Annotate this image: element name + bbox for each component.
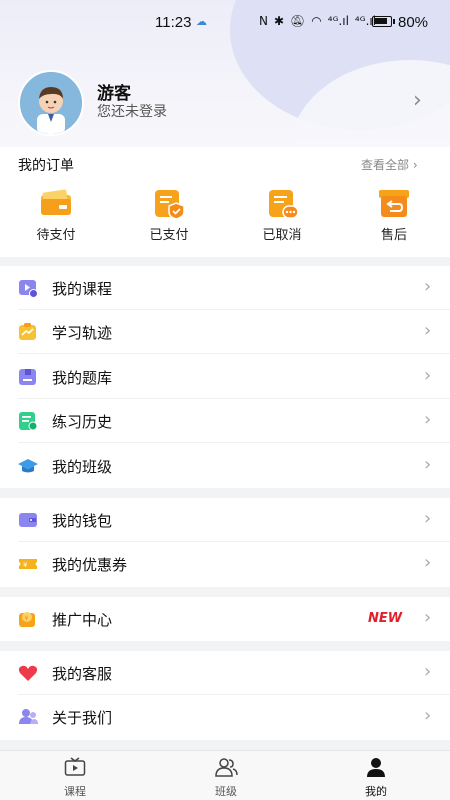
menu-item-my-class[interactable]: 我的班级 › [0,444,450,488]
menu-item-coupons[interactable]: ¥ 我的优惠券 › [0,542,450,586]
question-bank-icon [18,367,38,387]
tab-class[interactable]: 班级 [196,757,256,799]
menu-item-practice-history[interactable]: 练习历史 › [0,399,450,443]
avatar[interactable] [18,70,84,136]
menu-label: 我的班级 [52,458,113,476]
menu-item-customer-service[interactable]: 我的客服 › [0,651,450,695]
menu-item-my-courses[interactable]: 我的课程 › [0,266,450,310]
menu-item-wallet[interactable]: 我的钱包 › [0,498,450,542]
order-pending-payment[interactable]: 待支付 [16,189,96,243]
orders-title: 我的订单 [18,158,74,174]
login-status: 您还未登录 [97,104,167,120]
chevron-right-icon: › [424,409,432,430]
order-label: 待支付 [36,228,76,243]
chevron-right-icon: › [424,365,432,386]
user-icon [367,758,385,777]
menu-item-question-bank[interactable]: 我的题库 › [0,355,450,399]
menu-label: 练习历史 [52,413,113,431]
order-after-sales[interactable]: 售后 [354,189,434,243]
chevron-right-icon: › [424,661,432,682]
menu-item-promotion-center[interactable]: ¥ 推广中心 NEW › [0,597,450,641]
view-all-label: 查看全部 [361,158,410,172]
practice-history-icon [18,411,38,431]
view-all-orders-link[interactable]: 查看全部 › [361,156,418,173]
coupon-icon: ¥ [18,554,38,574]
tab-label: 课程 [64,785,86,798]
mute-icon: 🔕︎ [290,14,306,28]
tab-label: 班级 [215,785,237,798]
chevron-right-icon: › [424,508,432,529]
menu-label: 我的钱包 [52,512,113,530]
menu-label: 我的客服 [52,665,113,683]
status-icons: N ✱ 🔕︎ ◠ ⁴ᴳ.ıl ⁴ᴳ.ıl [259,14,376,28]
status-bar: 11:23 ☁ N ✱ 🔕︎ ◠ ⁴ᴳ.ıl ⁴ᴳ.ıl 80% [0,0,450,44]
battery-percent: 80% [398,14,429,31]
cloud-icon: ☁ [196,15,207,28]
about-us-icon [18,707,38,727]
paid-doc-icon [152,189,186,220]
tv-icon [64,757,86,776]
bottom-tab-bar: 课程 班级 我的 [0,750,450,800]
nfc-icon: N [259,14,268,28]
order-label: 已取消 [262,228,302,243]
menu-item-learning-track[interactable]: 学习轨迹 › [0,310,450,354]
orders-card: 我的订单 查看全部 › 待支付 已支付 已取消 售后 [0,147,450,257]
chevron-right-icon: › [424,705,432,726]
menu-group-support: 我的客服 › 关于我们 › [0,651,450,740]
wifi-icon: ◠ [311,14,322,28]
chevron-right-icon: › [424,276,432,297]
heart-icon [18,663,38,683]
menu-label: 关于我们 [52,709,113,727]
graduation-cap-icon [18,456,38,476]
profile-header: 11:23 ☁ N ✱ 🔕︎ ◠ ⁴ᴳ.ıl ⁴ᴳ.ıl 80% 游客 您还未登… [0,0,450,147]
bluetooth-icon: ✱ [273,14,285,28]
chevron-right-icon: › [424,320,432,341]
chevron-right-icon: › [424,552,432,573]
order-label: 售后 [380,228,407,243]
cancelled-doc-icon [265,189,299,219]
tab-courses[interactable]: 课程 [45,757,105,799]
menu-label: 学习轨迹 [52,324,113,342]
menu-group-finance: 我的钱包 › ¥ 我的优惠券 › [0,498,450,587]
chevron-right-icon: › [424,454,432,475]
svg-text:¥: ¥ [23,561,28,569]
promotion-icon: ¥ [18,609,38,629]
profile-row[interactable]: 游客 您还未登录 › [0,64,450,136]
svg-text:¥: ¥ [25,615,29,622]
new-badge: NEW [368,611,403,626]
trend-icon [18,322,38,342]
menu-label: 推广中心 [52,611,113,629]
divider [18,442,450,443]
chevron-right-icon: › [424,607,432,628]
order-cancelled[interactable]: 已取消 [242,189,322,243]
battery-icon [372,16,395,27]
menu-label: 我的题库 [52,369,113,387]
wallet-icon [39,189,73,219]
tab-mine[interactable]: 我的 [346,757,406,799]
menu-group-promotion: ¥ 推广中心 NEW › [0,597,450,641]
menu-item-about-us[interactable]: 关于我们 › [0,695,450,739]
menu-label: 我的课程 [52,280,113,298]
signal-icon: ⁴ᴳ.ıl [327,14,349,28]
tab-label: 我的 [365,785,387,798]
divider [18,353,450,354]
wallet-icon [18,510,38,530]
order-label: 已支付 [149,228,189,243]
menu-label: 我的优惠券 [52,556,128,574]
return-box-icon [377,189,411,219]
status-time: 11:23 [155,14,192,31]
order-paid[interactable]: 已支付 [129,189,209,243]
menu-group-learning: 我的课程 › 学习轨迹 › 我的题库 › 练习历史 › 我的班级 › [0,266,450,488]
chevron-right-icon[interactable]: › [413,88,422,113]
class-icon [215,758,238,777]
video-course-icon [18,278,38,298]
